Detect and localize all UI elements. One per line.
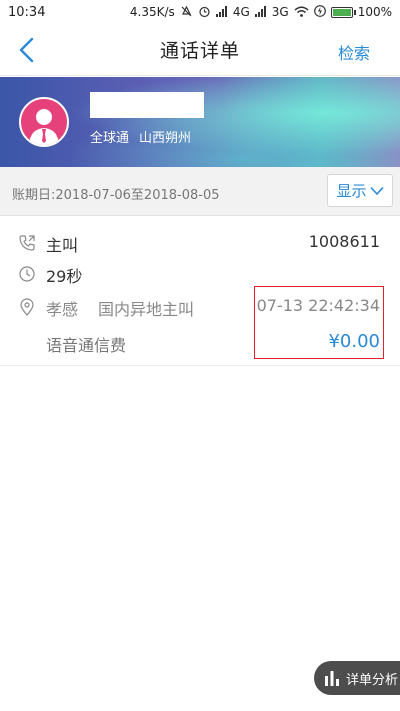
avatar [19,97,69,147]
profile-banner: 全球通 山西朔州 [0,77,400,167]
user-avatar-icon [29,109,59,145]
search-button[interactable]: 检索 [338,40,370,64]
status-indicators: 4.35K/s 4G 3G 100% [130,5,392,20]
call-roam-type: 国内异地主叫 [98,300,195,319]
signal-icon [215,5,228,19]
call-record[interactable]: 主叫 1008611 29秒 孝感 国内异地主叫 07-13 22:42:34 … [0,216,400,366]
signal-icon-2 [254,5,267,19]
net-speed: 4.35K/s [129,5,175,19]
chevron-left-icon [19,37,34,63]
display-filter-label: 显示 [336,182,367,200]
bar-chart-icon [325,671,339,686]
network-3g-label: 3G [271,5,289,19]
alarm-icon [198,5,211,20]
battery-icon [330,6,356,18]
billing-period-bar: 账期日:2018-07-06至2018-08-05 显示 [0,167,400,216]
status-bar: 10:34 4.35K/s 4G 3G 100% [0,0,400,24]
clock-icon [18,265,36,283]
wifi-icon [294,6,309,19]
battery-percent: 100% [357,5,392,19]
back-button[interactable] [14,36,38,64]
record-call-type-row: 主叫 1008611 [0,228,400,258]
call-duration: 29秒 [46,267,83,286]
billing-period-text: 账期日:2018-07-06至2018-08-05 [12,188,220,203]
nav-bar: 通话详单 检索 [0,24,400,76]
page-title: 通话详单 [159,40,240,62]
phone-outgoing-icon [18,234,36,252]
detail-analysis-button[interactable]: 详单分析 [314,661,400,695]
call-number: 1008611 [308,232,380,251]
status-time: 10:34 [8,4,46,20]
display-filter-button[interactable]: 显示 [327,174,393,207]
detail-analysis-label: 详单分析 [346,672,399,688]
record-duration-row: 29秒 [0,259,400,289]
do-not-disturb-icon [180,5,193,20]
fee-label: 语音通信费 [46,336,127,355]
redacted-name [90,92,204,118]
plan-region: 山西朔州 [139,131,192,146]
location-pin-icon [18,298,36,316]
chevron-down-icon [369,186,384,195]
network-4g-label: 4G [232,5,250,19]
plan-info: 全球通 山西朔州 [90,127,191,146]
call-type: 主叫 [46,236,79,255]
plan-name: 全球通 [90,131,130,146]
highlight-box [254,286,384,359]
call-location: 孝感 [46,300,79,319]
charging-icon [313,5,326,19]
